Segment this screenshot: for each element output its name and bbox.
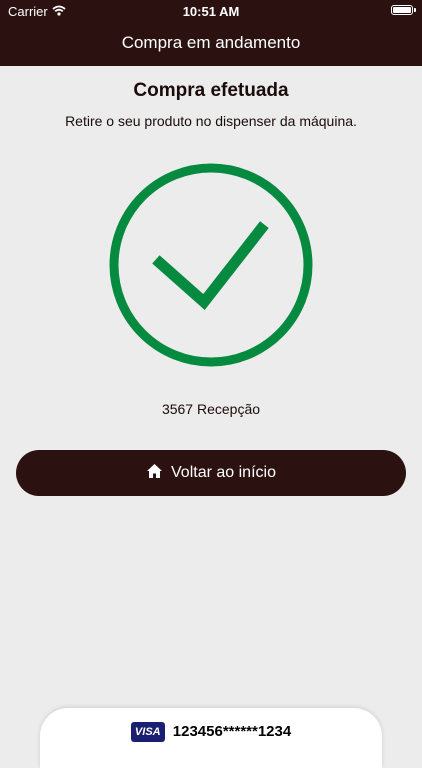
- home-icon: [146, 463, 163, 484]
- card-number: 123456******1234: [172, 723, 292, 740]
- top-bar: Carrier 10:51 AM Compra em andamento: [0, 0, 422, 66]
- status-bar: Carrier 10:51 AM: [0, 0, 422, 22]
- home-button[interactable]: Voltar ao início: [16, 450, 406, 496]
- home-button-label: Voltar ao início: [171, 464, 276, 481]
- battery-icon: [391, 5, 416, 15]
- machine-info: 3567 Recepção: [161, 401, 261, 417]
- visa-logo-icon: VISA: [130, 722, 165, 742]
- page-title: Compra efetuada: [133, 80, 289, 101]
- payment-card-panel: VISA 123456******1234: [40, 708, 382, 768]
- check-circle-icon: [108, 162, 314, 368]
- nav-title: Compra em andamento: [121, 33, 301, 52]
- instruction-text: Retire o seu produto no dispenser da máq…: [65, 113, 357, 129]
- status-time: 10:51 AM: [182, 4, 240, 19]
